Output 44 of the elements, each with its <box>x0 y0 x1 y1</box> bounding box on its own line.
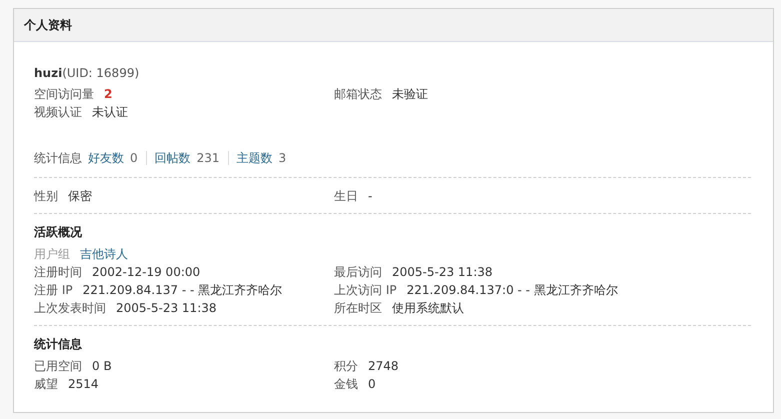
field-value: 2002-12-19 00:00 <box>92 264 200 281</box>
panel-title: 个人资料 <box>24 16 72 34</box>
field-value: 221.209.84.137:0 - - 黑龙江齐齐哈尔 <box>406 282 618 299</box>
field-label: 生日 <box>334 188 358 205</box>
user-id: (UID: 16899) <box>62 66 140 80</box>
field-value-link[interactable]: 吉他诗人 <box>80 245 128 263</box>
field-value: 0 <box>368 376 376 393</box>
username: huzi <box>34 66 62 80</box>
stat-count: 0 <box>130 150 138 167</box>
field-label: 已用空间 <box>34 358 82 375</box>
field-value: 未验证 <box>392 86 428 103</box>
field-label: 性别 <box>34 188 58 205</box>
field-value: 2514 <box>68 376 99 393</box>
field-label: 所在时区 <box>334 300 382 317</box>
section-heading: 活跃概况 <box>34 224 83 241</box>
field-value: 保密 <box>68 188 92 205</box>
field-label: 用户组 <box>34 246 70 263</box>
field-value: 2748 <box>368 358 399 375</box>
field-label: 最后访问 <box>334 264 382 281</box>
field-label: 邮箱状态 <box>334 86 382 103</box>
stat-link[interactable]: 好友数 <box>88 149 124 167</box>
field-value: 221.209.84.137 - - 黑龙江齐齐哈尔 <box>82 282 282 299</box>
field-value: 使用系统默认 <box>392 300 464 317</box>
field-value: - <box>368 188 372 205</box>
field-value: 未认证 <box>92 104 128 121</box>
field-value: 0 B <box>92 358 112 375</box>
field-value: 2 <box>104 86 112 103</box>
field-value: 2005-5-23 11:38 <box>116 300 216 317</box>
field-label: 上次发表时间 <box>34 300 106 317</box>
field-label: 积分 <box>334 358 358 375</box>
stats-label: 统计信息 <box>34 150 82 167</box>
stat-count: 231 <box>196 151 220 165</box>
field-label: 视频认证 <box>34 104 82 121</box>
stat-link[interactable]: 回帖数 <box>154 151 191 165</box>
field-label: 注册 IP <box>34 282 73 299</box>
field-label: 威望 <box>34 376 58 393</box>
section-heading: 统计信息 <box>34 336 83 353</box>
field-label: 金钱 <box>334 376 358 393</box>
field-label: 空间访问量 <box>34 86 94 103</box>
field-value: 2005-5-23 11:38 <box>392 264 492 281</box>
field-label: 注册时间 <box>34 264 82 281</box>
field-label: 上次访问 IP <box>334 282 397 299</box>
stat-count: 3 <box>278 151 286 165</box>
stat-link[interactable]: 主题数 <box>236 151 273 165</box>
